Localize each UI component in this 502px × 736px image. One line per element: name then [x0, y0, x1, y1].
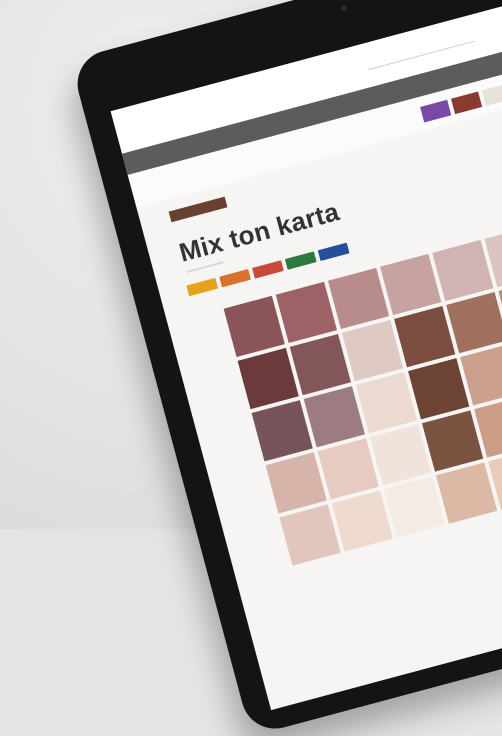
color-swatch[interactable]	[265, 452, 327, 514]
brand-tag	[168, 196, 228, 223]
color-swatch[interactable]	[369, 424, 432, 486]
tablet-screen: Mix ton karta	[110, 0, 502, 711]
color-swatch[interactable]	[317, 438, 379, 500]
color-swatch[interactable]	[327, 267, 390, 330]
color-swatch[interactable]	[432, 239, 494, 302]
color-swatch[interactable]	[446, 292, 502, 354]
color-swatch[interactable]	[237, 347, 299, 410]
camera-icon	[340, 4, 348, 13]
filter-chip[interactable]	[219, 269, 252, 288]
color-swatch[interactable]	[355, 372, 418, 434]
color-swatch[interactable]	[303, 386, 365, 448]
filter-chip[interactable]	[252, 260, 284, 279]
color-swatch[interactable]	[251, 400, 313, 462]
color-swatch[interactable]	[341, 319, 404, 382]
color-swatch[interactable]	[289, 333, 351, 396]
color-swatch[interactable]	[394, 306, 456, 368]
color-swatch[interactable]	[331, 490, 393, 552]
color-swatch[interactable]	[223, 295, 285, 358]
color-swatch[interactable]	[279, 504, 341, 566]
filter-chip[interactable]	[317, 242, 350, 261]
color-swatch[interactable]	[422, 410, 484, 472]
color-swatch[interactable]	[408, 358, 470, 420]
color-swatch[interactable]	[275, 281, 338, 344]
filter-chip[interactable]	[186, 277, 219, 297]
color-swatch[interactable]	[380, 253, 442, 316]
color-swatch[interactable]	[435, 462, 498, 524]
filter-chip[interactable]	[284, 251, 317, 270]
